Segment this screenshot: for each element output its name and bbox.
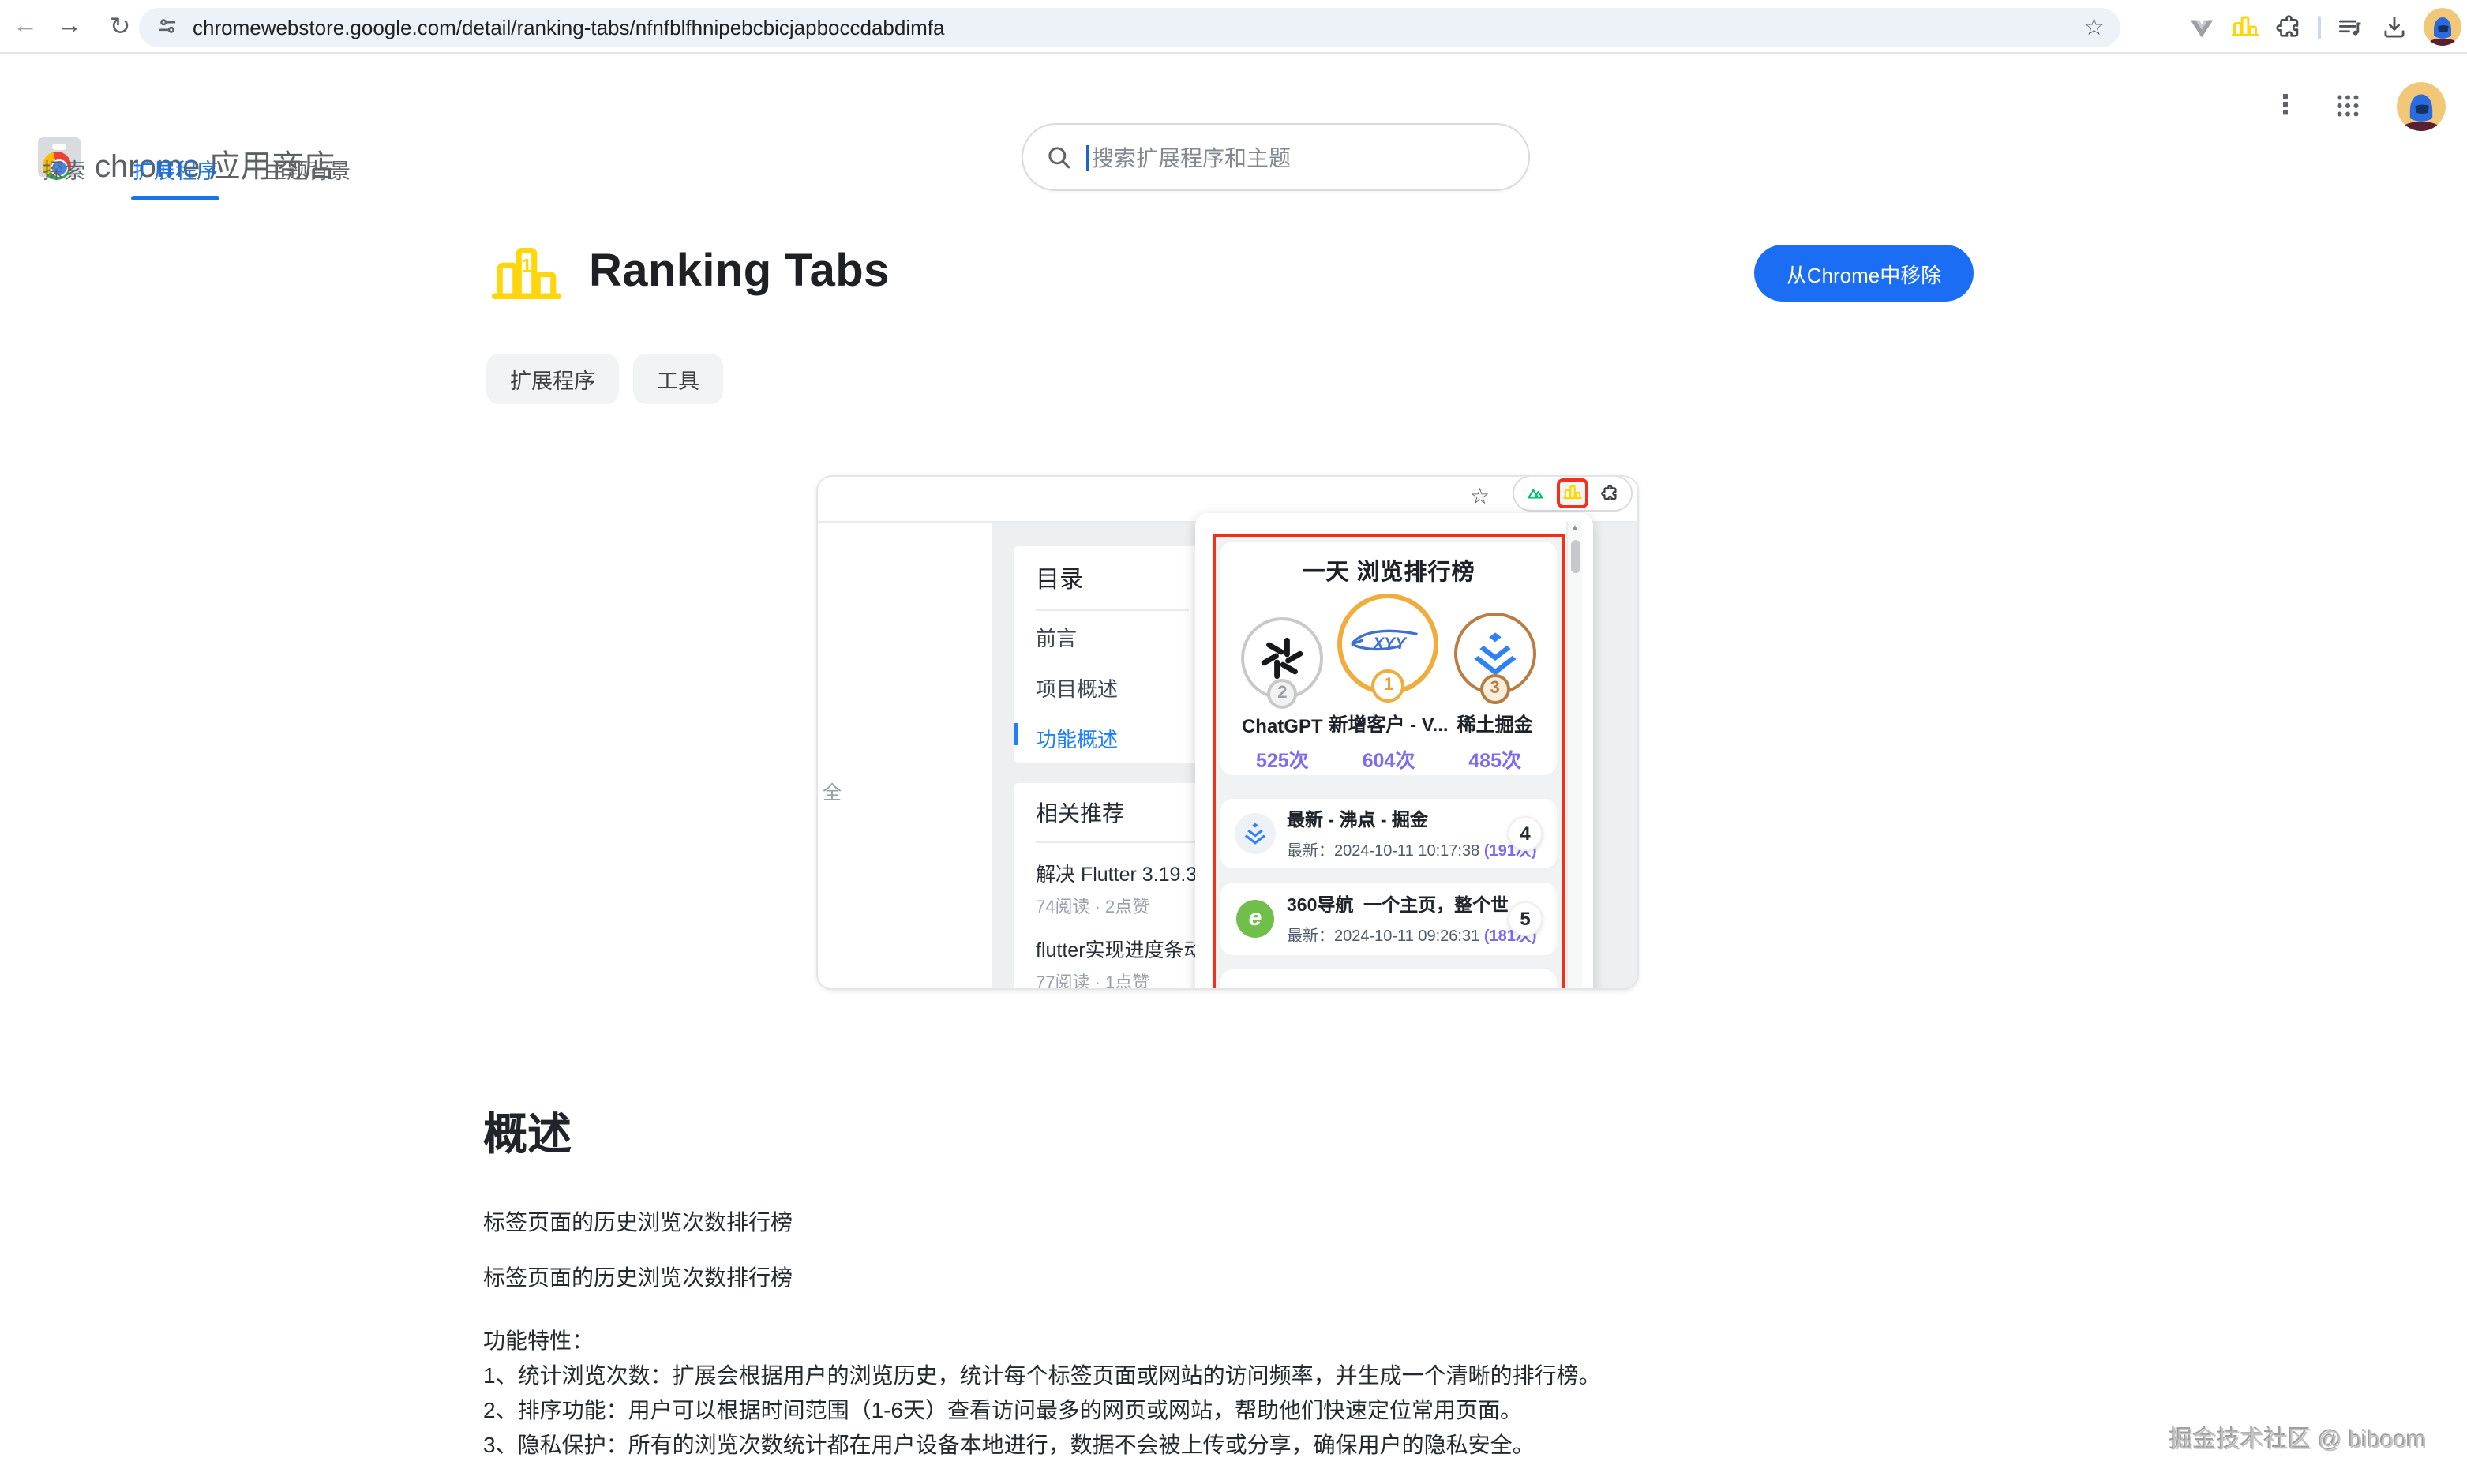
reload-icon[interactable]: ↻ [98,10,142,42]
tab-themes[interactable]: 主题背景 [264,152,352,199]
rank-number: 5 [1508,901,1543,935]
text-cursor [1086,144,1089,170]
juejin-icon [1243,820,1268,845]
overview-features: 功能特性： 1、统计浏览次数：扩展会根据用户的浏览历史，统计每个标签页面或网站的… [483,1323,1601,1462]
feature-line: 1、统计浏览次数：扩展会根据用户的浏览历史，统计每个标签页面或网站的访问频率，并… [483,1358,1601,1392]
screenshot-article-column: 全 [818,523,992,990]
bookmark-star-icon[interactable]: ☆ [2083,13,2105,41]
toc-item: 前言 [1014,611,1205,661]
search-input[interactable]: 搜索扩展程序和主题 [1022,123,1530,191]
overview-paragraph: 标签页面的历史浏览次数排行榜 [483,1206,793,1238]
screenshot-related-panel: 相关推荐 解决 Flutter 3.19.3打包 74阅读 · 2点赞 flut… [1014,783,1205,990]
nuxt-icon [1525,483,1546,504]
browser-toolbar: ← → ↻ chromewebstore.google.com/detail/r… [0,0,2467,54]
page-title: Ranking Tabs [589,246,890,298]
related-article: 解决 Flutter 3.19.3打包 [1014,843,1205,887]
watermark: 掘金技术社区 @ biboom [2169,1422,2427,1456]
chatgpt-icon [1257,632,1307,683]
extensions-puzzle-icon[interactable] [2274,12,2304,42]
category-chip-extensions[interactable]: 扩展程序 [486,354,619,404]
related-article-meta: 77阅读 · 1点赞 [1014,963,1205,990]
more-menu-icon[interactable]: ⋮ [2272,90,2299,122]
feature-line: 2、排序功能：用户可以根据时间范围（1-6天）查看访问最多的网页或网站，帮助他们… [483,1392,1601,1427]
screenshot-extension-pill [1513,475,1633,511]
toc-item: 项目概述 [1014,661,1205,712]
apps-grid-icon[interactable] [2334,92,2362,120]
ranking-list-item: e 360导航_一个主页，整个世界 最新：2024-10-11 09:26:31… [1220,882,1557,954]
vue-devtools-icon[interactable] [2187,12,2217,42]
tab-explore[interactable]: 探索 [41,152,87,199]
search-icon [1045,144,1072,171]
url-bar[interactable]: chromewebstore.google.com/detail/ranking… [139,7,2120,47]
screenshot-bookmark-star-icon: ☆ [1470,483,1490,510]
xyy-logo-icon: XYY [1349,621,1428,665]
popup-ranking-card: 一天 浏览排行榜 [1220,541,1557,774]
related-article: flutter实现进度条动画 [1014,919,1205,963]
popup-scrollbar: ▲ [1566,521,1582,990]
account-avatar[interactable] [2397,81,2446,130]
svg-text:1: 1 [521,256,532,277]
toolbar-separator [2318,15,2321,39]
search-placeholder: 搜索扩展程序和主题 [1092,141,1291,173]
extension-logo-icon: 1 [491,240,562,311]
toc-title: 目录 [1014,546,1205,609]
overview-paragraph: 标签页面的历史浏览次数排行榜 [483,1261,793,1293]
store-nav-tabs: 探索 扩展程序 主题背景 [41,152,352,199]
360-icon: e [1236,899,1274,937]
rank-number: 4 [1508,815,1543,850]
category-chip-tools[interactable]: 工具 [633,354,723,404]
medal-rank2: 2 ChatGPT 525次 [1230,616,1335,773]
feature-line: 3、隐私保护：所有的浏览次数统计都在用户设备本地进行，数据不会被上传或分享，确保… [483,1427,1601,1462]
screenshot-partial-text: 全 [823,778,842,805]
remove-from-chrome-button[interactable]: 从Chrome中移除 [1754,245,1974,302]
screenshot-puzzle-icon [1599,483,1620,504]
back-icon[interactable]: ← [3,12,47,40]
forward-icon[interactable]: → [47,12,92,40]
juejin-icon [1470,628,1520,678]
media-queue-icon[interactable] [2335,12,2365,42]
highlighted-ranking-icon [1557,478,1588,508]
site-info-icon[interactable] [155,14,180,39]
svg-text:XYY: XYY [1373,634,1408,652]
popup-highlight-redbox: 一天 浏览排行榜 [1213,533,1565,990]
screenshot-toc-panel: 目录 前言 项目概述 功能概述 [1014,546,1205,763]
url-text[interactable]: chromewebstore.google.com/detail/ranking… [193,15,2071,39]
store-header: chrome 应用商店 搜索扩展程序和主题 ⋮ [0,54,2467,158]
popup-title: 一天 浏览排行榜 [1220,553,1557,586]
page: ← → ↻ chromewebstore.google.com/detail/r… [0,0,2467,1484]
overview-heading: 概述 [483,1100,572,1164]
browser-profile-avatar[interactable] [2424,8,2461,46]
ranking-tabs-extension-icon[interactable] [2231,13,2259,41]
ranking-list-item-partial [1220,969,1557,990]
toolbar-extensions-area [2187,0,2461,54]
medal-rank3: 3 稀土掘金 485次 [1442,612,1547,773]
tab-extensions[interactable]: 扩展程序 [131,152,219,199]
features-title: 功能特性： [483,1323,1601,1358]
ranking-list-item: 最新 - 沸点 - 掘金 最新：2024-10-11 10:17:38 (191… [1220,798,1557,868]
screenshot-extension-popup: 一天 浏览排行榜 [1195,513,1593,990]
toc-item-active: 功能概述 [1014,712,1205,763]
medal-rank1: XYY 1 新增客户 - V... 604次 [1337,593,1442,773]
download-icon[interactable] [2379,12,2409,42]
related-title: 相关推荐 [1014,783,1205,841]
related-article-meta: 74阅读 · 2点赞 [1014,887,1205,919]
screenshot-preview[interactable]: ☆ 全 [816,475,1639,990]
